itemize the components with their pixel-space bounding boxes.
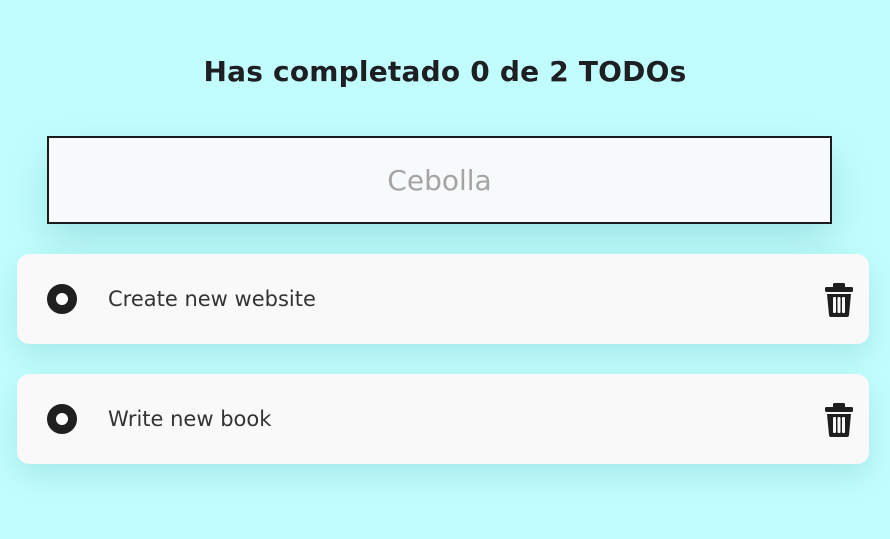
complete-toggle-icon[interactable] — [47, 404, 77, 434]
todo-item: Create new website — [17, 254, 869, 344]
page-title: Has completado 0 de 2 TODOs — [203, 54, 687, 88]
todo-text: Write new book — [108, 407, 272, 431]
new-todo-input[interactable] — [49, 138, 830, 222]
trash-icon[interactable] — [825, 283, 853, 317]
todo-text: Create new website — [108, 287, 316, 311]
complete-toggle-icon[interactable] — [47, 284, 77, 314]
trash-icon[interactable] — [825, 403, 853, 437]
new-todo-field[interactable] — [47, 136, 832, 224]
todo-item: Write new book — [17, 374, 869, 464]
